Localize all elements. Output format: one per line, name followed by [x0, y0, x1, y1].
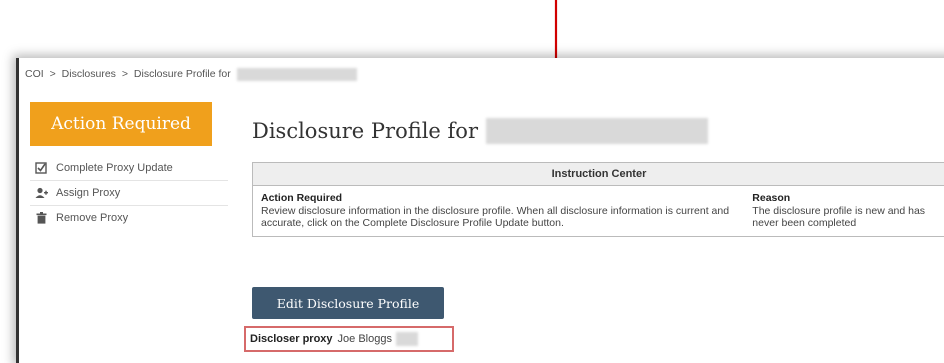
- edit-disclosure-profile-button[interactable]: Edit Disclosure Profile: [252, 287, 444, 319]
- discloser-proxy: Discloser proxy Joe Bloggs: [244, 326, 454, 352]
- sidebar-item-assign-proxy[interactable]: Assign Proxy: [30, 181, 228, 206]
- sidebar: Action Required Complete Proxy Update As…: [30, 102, 228, 230]
- page-title: Disclosure Profile for: [252, 119, 478, 143]
- redacted-name: [486, 118, 708, 144]
- breadcrumb-coi[interactable]: COI: [25, 68, 44, 80]
- sidebar-item-label: Remove Proxy: [56, 212, 129, 224]
- action-required-text: Review disclosure information in the dis…: [261, 204, 730, 230]
- page-header: Disclosure Profile for: [252, 118, 708, 144]
- user-add-icon: [34, 187, 48, 199]
- checkbox-icon: [34, 162, 48, 174]
- sidebar-item-complete-proxy-update[interactable]: Complete Proxy Update: [30, 156, 228, 181]
- instruction-center: Instruction Center Action Required Revie…: [252, 162, 944, 237]
- breadcrumb: COI > Disclosures > Disclosure Profile f…: [25, 68, 360, 81]
- breadcrumb-current: Disclosure Profile for: [133, 68, 231, 81]
- reason-text: The disclosure profile is new and has ne…: [752, 204, 926, 230]
- sidebar-item-label: Complete Proxy Update: [56, 162, 173, 174]
- proxy-label: Discloser proxy: [250, 333, 333, 345]
- proxy-value: Joe Bloggs: [337, 333, 392, 345]
- action-required-button[interactable]: Action Required: [30, 102, 212, 146]
- action-required-heading: Action Required: [261, 192, 343, 204]
- instruction-center-header: Instruction Center: [253, 163, 944, 186]
- breadcrumb-disclosures[interactable]: Disclosures: [62, 68, 116, 80]
- redacted-name: [236, 68, 357, 81]
- sidebar-item-remove-proxy[interactable]: Remove Proxy: [30, 206, 228, 230]
- redacted-name: [395, 332, 418, 346]
- reason-heading: Reason: [752, 192, 791, 204]
- trash-icon: [34, 212, 48, 224]
- sidebar-item-label: Assign Proxy: [56, 187, 121, 199]
